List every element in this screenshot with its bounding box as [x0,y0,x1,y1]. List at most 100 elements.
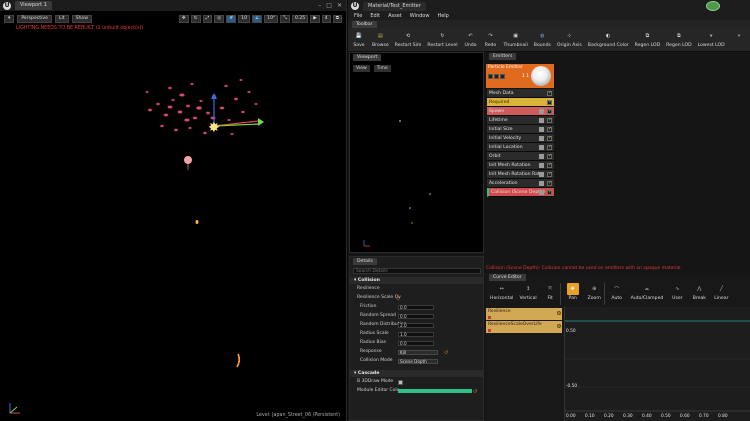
graph-toggle-icon[interactable] [539,190,544,195]
module-color-swatch[interactable] [398,389,472,393]
background-color-button[interactable]: ◐ Background Color [586,30,631,48]
viewport-tab[interactable]: Viewport 1 [15,1,52,10]
regen-lod-button-2[interactable]: ⧉ Regen LOD [664,30,693,48]
restart-sim-button[interactable]: ⟲ Restart Sim [393,30,424,48]
property-radius-scale[interactable]: Radius Scale 1.0 [350,330,483,338]
module-checkbox[interactable] [547,189,552,195]
module-orbit[interactable]: Orbit [487,152,554,161]
friction-field[interactable]: 0.0 [398,304,434,310]
graph-toggle-icon[interactable] [539,154,544,159]
emitter-enable-icon[interactable] [488,74,493,79]
origin-axis-button[interactable]: ⊹ Origin Axis [555,30,584,48]
auto-button[interactable]: ⌒ Auto [607,283,627,305]
vertical-button[interactable]: ↕ Vertical [517,283,538,305]
toolbar-overflow-button[interactable]: » [730,30,748,42]
random-spread-field[interactable]: 0.0 [398,313,434,319]
module-checkbox[interactable] [547,180,552,186]
graph-toggle-icon[interactable] [539,163,544,168]
break-button[interactable]: ⋀ Break [689,283,709,305]
property-3d-draw-mode[interactable]: B 3DDraw Mode [350,378,483,386]
maximize-viewport-icon[interactable]: ⧉ [332,15,342,23]
module-checkbox[interactable] [547,117,552,123]
module-checkbox[interactable] [547,135,552,141]
module-initial-velocity[interactable]: Initial Velocity [487,134,554,143]
module-init-mesh-rotation-rate[interactable]: Init Mesh Rotation Rate [487,170,554,179]
graph-toggle-icon[interactable] [539,127,544,132]
curve-track-resilience-scale[interactable]: ResilienceScaleOverLife [486,321,562,333]
lit-button[interactable]: Lit [54,15,69,23]
property-resilience[interactable]: Resilience [350,285,483,293]
collision-category[interactable]: ▾ Collision [350,277,483,284]
reset-icon[interactable]: ↺ [473,388,477,396]
curve-track-resilience[interactable]: Resilience [486,308,562,320]
menu-edit[interactable]: Edit [370,13,380,19]
restart-level-button[interactable]: ↻ Restart Level [425,30,459,48]
module-checkbox[interactable] [547,90,552,96]
reset-icon[interactable]: ↺ [396,295,400,303]
rotation-snap-toggle[interactable]: ∠ [252,15,263,23]
translate-tool-icon[interactable]: ✥ [178,15,189,23]
property-friction[interactable]: Friction 0.0 [350,303,483,311]
radius-scale-field[interactable]: 1.0 [398,331,434,337]
menu-asset[interactable]: Asset [388,13,402,19]
graph-toggle-icon[interactable] [539,172,544,177]
maximize-icon[interactable]: □ [326,2,332,9]
property-random-distribution[interactable]: Random Distribution 2.0 [350,321,483,329]
details-search-input[interactable]: Search Details [353,268,481,274]
toolbar-tab[interactable]: Toolbar [352,20,377,28]
cascade-category[interactable]: ▾ Cascade [350,370,483,377]
property-collision-mode[interactable]: Collision Mode Scene Depth [350,357,483,365]
graph-toggle-icon[interactable] [539,109,544,114]
graph-toggle-icon[interactable] [539,145,544,150]
scale-tool-icon[interactable]: ⤢ [202,15,213,23]
save-button[interactable]: 💾 Save [350,30,368,48]
minimize-icon[interactable]: – [318,2,321,9]
scale-snap-toggle[interactable]: ⤡ [280,15,290,23]
camera-speed-value[interactable]: 4 [321,15,331,23]
emitter-solo-icon[interactable] [494,74,499,79]
reset-icon[interactable]: ↺ [444,349,448,357]
module-initial-size[interactable]: Initial Size [487,125,554,134]
module-collision[interactable]: Collision (Scene Depth) [487,188,554,197]
module-spawn[interactable]: Spawn [487,107,554,116]
viewport-options-button[interactable]: ▾ [4,15,15,23]
curve-editor-tab-label[interactable]: Curve Editor [489,273,526,281]
particle-viewport-panel[interactable]: Viewport View Time [349,52,484,253]
module-checkbox[interactable] [547,153,552,159]
module-lifetime[interactable]: Lifetime [487,116,554,125]
grid-snap-toggle[interactable]: # [226,15,237,23]
pan-button[interactable]: ✥ Pan [563,283,583,305]
collision-mode-dropdown[interactable]: Scene Depth [398,358,438,364]
track-visibility-icon[interactable] [557,311,561,315]
track-visibility-icon[interactable] [557,324,561,328]
response-dropdown[interactable]: Kill [398,349,438,355]
property-radius-bias[interactable]: Radius Bias 0.0 [350,339,483,347]
emitter-header[interactable]: Particle Emitter 1 1 [486,64,554,88]
show-button[interactable]: Show [71,15,92,23]
module-init-mesh-rotation[interactable]: Init Mesh Rotation [487,161,554,170]
rotate-tool-icon[interactable]: ↻ [190,15,201,23]
linear-button[interactable]: ╱ Linear [711,283,731,305]
cascade-asset-tab[interactable]: Material/Test_Emitter [363,1,426,11]
scale-snap-value[interactable]: 0.25 [292,15,309,23]
camera-speed-icon[interactable]: ▶ [310,15,320,23]
graph-toggle-icon[interactable] [539,118,544,123]
thumbnail-button[interactable]: ▣ Thumbnail [501,30,529,48]
zoom-button[interactable]: ⊕ Zoom [585,283,605,305]
emitters-tab-label[interactable]: Emitters [489,52,517,60]
auto-clamped-button[interactable]: ⌓ Auto/Clamped [629,283,666,305]
user-button[interactable]: ∿ User [667,283,687,305]
module-mesh-data[interactable]: Mesh Data [487,89,554,98]
property-random-spread[interactable]: Random Spread 0.0 [350,312,483,320]
module-acceleration[interactable]: Acceleration [487,179,554,188]
random-distribution-field[interactable]: 2.0 [398,322,434,328]
curve-graph[interactable]: 0.50 -0.50 0.00 0.10 0.20 0.30 0.40 0.50… [564,307,750,421]
browse-button[interactable]: ▤ Browse [370,30,391,48]
grid-snap-value[interactable]: 10 [238,15,251,23]
module-checkbox[interactable] [547,171,552,177]
redo-button[interactable]: ↷ Redo [481,30,499,48]
world-local-icon[interactable]: ◎ [214,15,225,23]
fit-button[interactable]: ⤧ Fit [541,283,561,305]
emitter-mode-icon[interactable] [500,74,505,79]
module-checkbox[interactable] [547,99,552,105]
